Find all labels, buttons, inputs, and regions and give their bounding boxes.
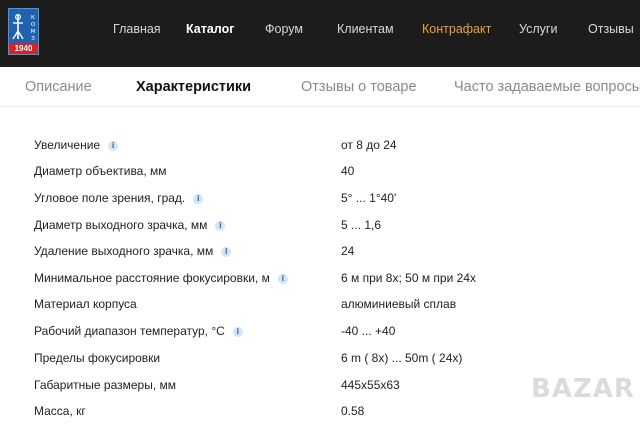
spec-label: Масса, кг <box>34 404 86 418</box>
spec-label: Диаметр объектива, мм <box>34 164 167 178</box>
spec-label: Диаметр выходного зрачка, мм i <box>34 217 226 233</box>
bazar-watermark: BAZAR <box>531 374 635 404</box>
tab-description[interactable]: Описание <box>25 79 92 95</box>
logo-emblem-icon: К О М З <box>12 13 36 42</box>
logo-year: 1940 <box>9 43 38 54</box>
spec-row: Угловое поле зрения, град. i 5° ... 1°40' <box>0 190 640 216</box>
spec-label: Удаление выходного зрачка, мм i <box>34 243 232 259</box>
spec-row: Рабочий диапазон температур, °С i -40 ...… <box>0 323 640 349</box>
spec-value: 0.58 <box>341 404 365 418</box>
svg-text:О: О <box>31 22 36 28</box>
info-icon[interactable]: i <box>221 247 232 257</box>
spec-row: Пределы фокусировки 6 m ( 8x) ... 50m ( … <box>0 350 640 376</box>
nav-home[interactable]: Главная <box>113 22 161 38</box>
top-nav-bar: К О М З 1940 Главная Каталог Форум Клиен… <box>0 0 640 67</box>
tab-characteristics[interactable]: Характеристики <box>136 79 251 95</box>
info-icon[interactable]: i <box>232 327 243 337</box>
nav-services[interactable]: Услуги <box>519 22 557 38</box>
spec-value: 6 m ( 8x) ... 50m ( 24x) <box>341 351 463 365</box>
spec-label: Пределы фокусировки <box>34 351 161 365</box>
spec-row: Диаметр объектива, мм 40 <box>0 163 640 189</box>
spec-label: Рабочий диапазон температур, °С i <box>34 323 243 339</box>
spec-value: от 8 до 24 <box>341 138 397 152</box>
spec-value: 5° ... 1°40' <box>341 191 397 205</box>
tab-divider <box>0 106 640 107</box>
spec-row: Минимальное расстояние фокусировки, мi 6… <box>0 270 640 296</box>
nav-forum[interactable]: Форум <box>265 22 303 38</box>
spec-row: Масса, кг 0.58 <box>0 403 640 424</box>
spec-row: Материал корпуса алюминиевый сплав <box>0 296 640 322</box>
info-icon[interactable]: i <box>215 221 226 231</box>
nav-clients[interactable]: Клиентам <box>337 22 394 38</box>
spec-value: 445x55x63 <box>341 378 400 392</box>
svg-text:М: М <box>31 29 36 35</box>
info-icon[interactable]: i <box>277 274 288 284</box>
nav-catalog[interactable]: Каталог <box>186 22 234 38</box>
svg-text:З: З <box>31 36 35 42</box>
spec-row: Диаметр выходного зрачка, мм i 5 ... 1,6 <box>0 217 640 243</box>
spec-value: алюминиевый сплав <box>341 297 457 311</box>
spec-label: Угловое поле зрения, град. i <box>34 190 204 206</box>
spec-value: 5 ... 1,6 <box>341 218 382 232</box>
spec-value: 40 <box>341 164 355 178</box>
spec-value: 6 м при 8х; 50 м при 24х <box>341 271 476 285</box>
tab-product-reviews[interactable]: Отзывы о товаре <box>301 79 417 95</box>
komz-logo[interactable]: К О М З 1940 <box>8 8 39 55</box>
info-icon[interactable]: i <box>108 141 119 151</box>
spec-value: 24 <box>341 244 355 258</box>
spec-label: Минимальное расстояние фокусировки, мi <box>34 270 288 286</box>
info-icon[interactable]: i <box>193 194 204 204</box>
nav-counterfeit[interactable]: Контрафакт <box>422 22 491 38</box>
spec-label: Габаритные размеры, мм <box>34 378 177 392</box>
spec-label: Увеличение i <box>34 137 119 153</box>
tab-faq[interactable]: Часто задаваемые вопросы <box>454 79 640 95</box>
spec-value: -40 ... +40 <box>341 324 396 338</box>
spec-row: Увеличение i от 8 до 24 <box>0 137 640 163</box>
svg-text:К: К <box>31 15 35 21</box>
spec-row: Удаление выходного зрачка, мм i 24 <box>0 243 640 269</box>
spec-label: Материал корпуса <box>34 297 137 311</box>
nav-reviews[interactable]: Отзывы <box>588 22 634 38</box>
